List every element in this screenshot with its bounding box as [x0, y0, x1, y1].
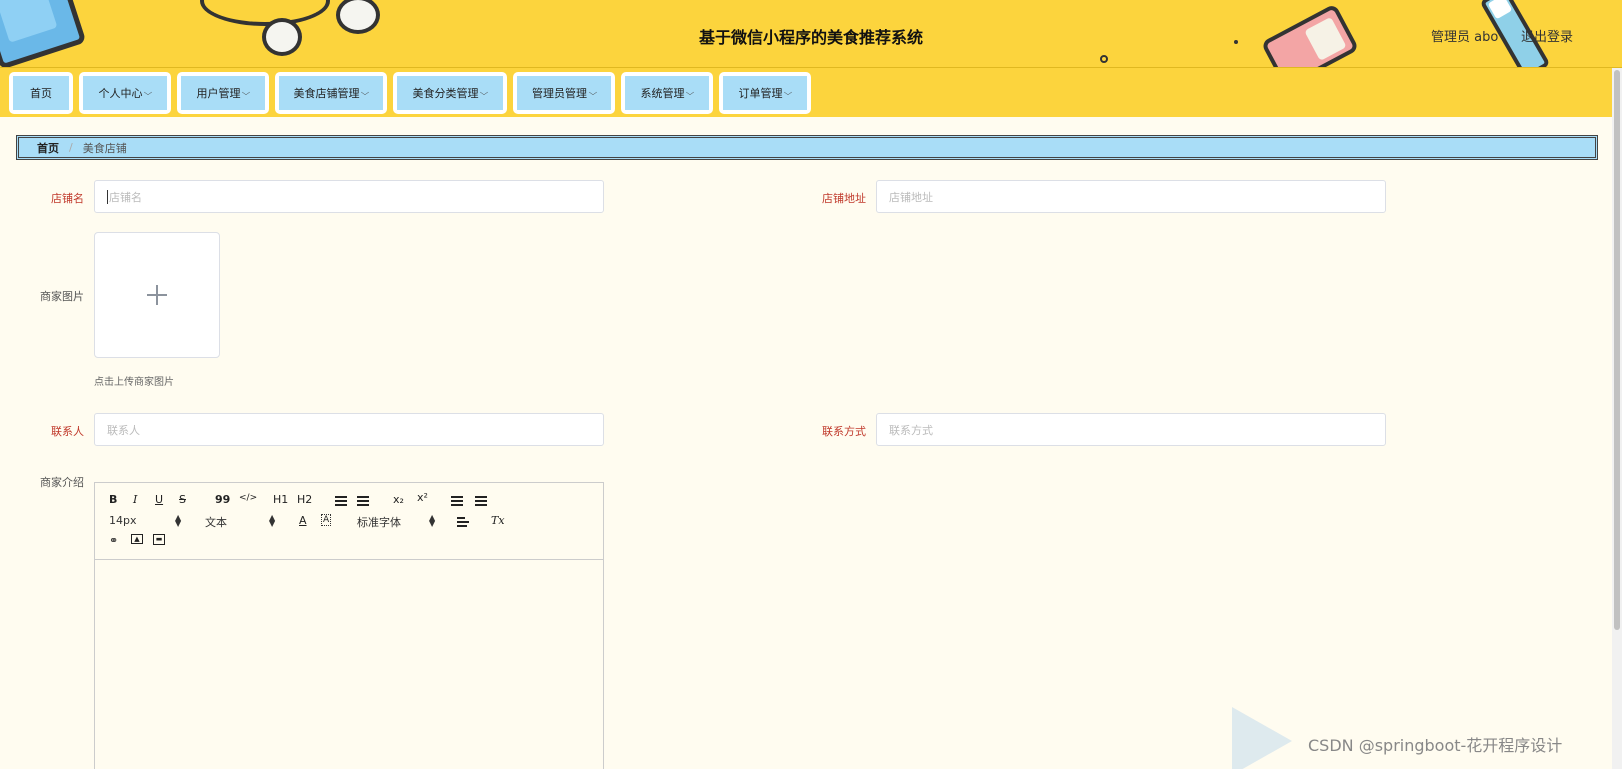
- shop-name-label: 店铺名: [51, 192, 84, 205]
- text-caret: [107, 189, 108, 204]
- decor-dot: [1100, 55, 1108, 63]
- breadcrumb-separator: /: [69, 141, 73, 154]
- chevron-down-icon: ⌵: [686, 88, 695, 97]
- logout-link[interactable]: 退出登录: [1521, 26, 1573, 45]
- outdent-icon[interactable]: [451, 496, 463, 506]
- chevron-down-icon: ⌵: [480, 88, 489, 97]
- strike-button[interactable]: S: [179, 493, 186, 506]
- top-header: 基于微信小程序的美食推荐系统 管理员 abo 退出登录: [0, 0, 1622, 68]
- select-arrows-icon: ▲ ▼: [269, 513, 276, 528]
- link-icon[interactable]: ⚭: [109, 534, 118, 547]
- align-icon[interactable]: [457, 517, 469, 527]
- plus-icon: [147, 285, 167, 305]
- nav-item-admin-management[interactable]: 管理员管理 ⌵: [513, 72, 615, 114]
- nav-item-system-management[interactable]: 系统管理 ⌵: [621, 72, 713, 114]
- shop-address-label: 店铺地址: [822, 192, 866, 205]
- code-block-button[interactable]: </>: [239, 493, 257, 503]
- nav-item-label: 用户管理: [196, 87, 241, 100]
- contact-method-placeholder: 联系方式: [889, 423, 933, 437]
- nav-item-order-management[interactable]: 订单管理 ⌵: [719, 72, 811, 114]
- image-icon[interactable]: ▲: [131, 534, 143, 544]
- underline-button[interactable]: U: [155, 493, 163, 506]
- font-size-select[interactable]: 14px: [109, 514, 137, 527]
- csdn-watermark: CSDN @springboot-花开程序设计: [1308, 736, 1563, 755]
- nav-item-label: 美食店铺管理: [293, 87, 360, 100]
- italic-button[interactable]: I: [133, 493, 137, 506]
- earphone-cord-illustration: [200, 0, 330, 26]
- chevron-down-icon: ⌵: [588, 88, 598, 97]
- bold-button[interactable]: B: [109, 493, 117, 506]
- scrollbar-thumb[interactable]: [1614, 70, 1620, 630]
- nav-item-label: 管理员管理: [531, 87, 587, 100]
- select-arrows-icon: ▲ ▼: [175, 513, 182, 528]
- nav-item-personal-center[interactable]: 个人中心 ⌵: [79, 72, 171, 114]
- nav-item-home[interactable]: 首页: [9, 72, 73, 114]
- contact-person-placeholder: 联系人: [107, 423, 140, 437]
- bullet-list-icon[interactable]: [357, 496, 369, 506]
- superscript-button[interactable]: x²: [417, 491, 428, 504]
- h1-button[interactable]: H1: [273, 493, 288, 506]
- nav-item-label: 个人中心: [98, 87, 143, 100]
- site-title: 基于微信小程序的美食推荐系统: [698, 28, 923, 47]
- admin-username: 管理员 abo: [1431, 30, 1499, 45]
- chevron-down-icon: ⌵: [361, 88, 370, 97]
- nav-item-shop-management[interactable]: 美食店铺管理 ⌵: [275, 72, 387, 114]
- h2-button[interactable]: H2: [297, 493, 312, 506]
- shop-address-input[interactable]: 店铺地址: [876, 180, 1386, 213]
- breadcrumb: 首页 / 美食店铺: [16, 135, 1598, 160]
- blockquote-button[interactable]: 99: [215, 493, 230, 506]
- clean-format-button[interactable]: Tx: [491, 514, 505, 527]
- chevron-down-icon: ⌵: [784, 88, 793, 97]
- nav-item-label: 美食分类管理: [412, 87, 479, 100]
- nav-item-label: 订单管理: [738, 87, 783, 100]
- breadcrumb-current: 美食店铺: [82, 141, 127, 155]
- shop-name-placeholder: 店铺名: [109, 190, 142, 204]
- contact-person-input[interactable]: 联系人: [94, 413, 604, 446]
- shop-image-label: 商家图片: [40, 290, 84, 303]
- nav-item-label: 首页: [30, 87, 52, 100]
- subscript-button[interactable]: x₂: [393, 493, 404, 506]
- rich-text-editor: B I U S 99 </> H1 H2 x₂ x² 14px ▲ ▼ 文本 ▲ ▼…: [94, 482, 604, 769]
- contact-person-label: 联系人: [51, 425, 84, 438]
- contact-method-label: 联系方式: [822, 425, 866, 438]
- background-color-icon[interactable]: A: [321, 514, 332, 526]
- ordered-list-icon[interactable]: [335, 496, 347, 506]
- select-arrows-icon: ▲ ▼: [429, 513, 436, 528]
- main-nav: 首页 个人中心 ⌵ 用户管理 ⌵ 美食店铺管理 ⌵ 美食分类管理 ⌵ 管理员管理 ⌵ 系统…: [0, 68, 1622, 117]
- upload-hint: 点击上传商家图片: [94, 377, 174, 388]
- contact-method-input[interactable]: 联系方式: [876, 413, 1386, 446]
- shop-address-placeholder: 店铺地址: [889, 190, 933, 204]
- nav-item-category-management[interactable]: 美食分类管理 ⌵: [393, 72, 507, 114]
- chevron-down-icon: ⌵: [242, 88, 251, 97]
- play-watermark-icon: [1232, 707, 1292, 769]
- shop-intro-label: 商家介绍: [40, 476, 84, 489]
- video-icon[interactable]: ▬: [153, 534, 165, 545]
- image-upload-button[interactable]: [94, 232, 220, 358]
- editor-content-area[interactable]: [95, 560, 603, 769]
- indent-icon[interactable]: [475, 496, 487, 506]
- nav-item-user-management[interactable]: 用户管理 ⌵: [177, 72, 269, 114]
- editor-toolbar: B I U S 99 </> H1 H2 x₂ x² 14px ▲ ▼ 文本 ▲ ▼…: [95, 483, 603, 560]
- shop-name-input[interactable]: 店铺名: [94, 180, 604, 213]
- font-family-select[interactable]: 标准字体: [357, 514, 401, 530]
- header-select[interactable]: 文本: [205, 514, 227, 530]
- font-color-icon[interactable]: A: [299, 514, 307, 527]
- nav-item-label: 系统管理: [640, 87, 685, 100]
- breadcrumb-home[interactable]: 首页: [37, 140, 59, 156]
- chevron-down-icon: ⌵: [144, 88, 153, 97]
